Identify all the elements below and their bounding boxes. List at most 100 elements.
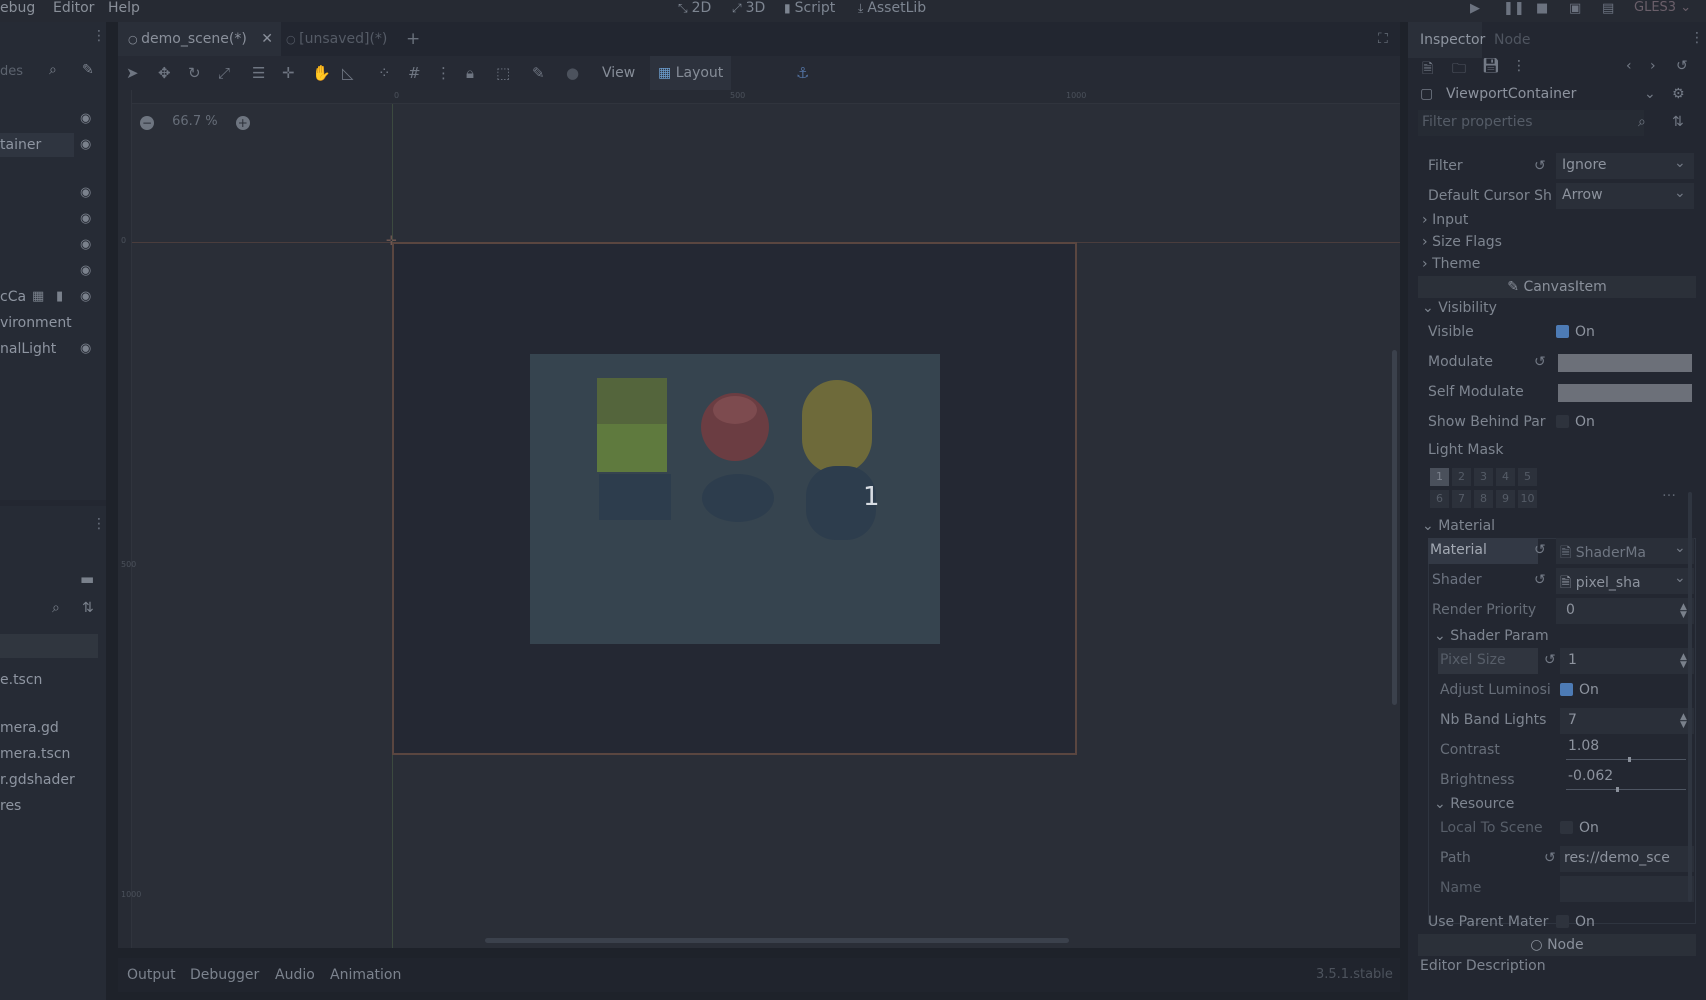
play-icon[interactable]: ▶ [1470,1,1480,16]
use-parent-material-checkbox[interactable]: On [1556,914,1595,930]
horizontal-scrollbar[interactable] [485,938,1069,943]
spinner-arrows-icon[interactable]: ▲ ▼ [1680,603,1687,620]
light-mask-bit[interactable]: 2 [1452,468,1471,486]
zoom-level-label[interactable]: 66.7 % [172,114,217,129]
visibility-eye-icon[interactable]: ◉ [80,284,91,310]
spinner-arrows-icon[interactable]: ▲ ▼ [1680,653,1687,670]
visibility-eye-icon[interactable]: ◉ [80,132,91,158]
menu-help[interactable]: Help [108,0,140,16]
revert-icon[interactable]: ↺ [1534,158,1546,174]
snap-options-icon[interactable]: ⋮ [436,56,451,90]
workspace-assetlib[interactable]: ⤓ AssetLib [858,0,926,16]
revert-icon[interactable]: ↺ [1534,354,1546,370]
revert-icon[interactable]: ↺ [1544,850,1556,866]
save-resource-icon[interactable]: 💾︎ [1482,58,1500,74]
history-forward-icon[interactable]: › [1650,58,1656,74]
rotate-mode-icon[interactable]: ↻ [188,56,201,90]
load-resource-icon[interactable]: 🗀︎ [1452,58,1466,82]
workspace-2d[interactable]: ⤡ 2D [678,0,711,16]
name-input[interactable] [1560,876,1694,902]
filter-properties-input[interactable]: Filter properties [1418,110,1644,136]
smart-snap-icon[interactable]: ⁘ [378,56,391,90]
scene-tree-row[interactable]: ◉ [0,206,96,232]
visibility-eye-icon[interactable]: ◉ [80,106,91,132]
new-resource-icon[interactable]: 🗎︎ [1422,58,1433,82]
render-priority-spinbox[interactable]: 0 ▲ ▼ [1556,598,1694,624]
dock-menu-icon[interactable]: ⋮ [92,516,106,532]
light-mask-bit[interactable]: 9 [1496,490,1515,508]
cursor-select[interactable]: Arrow ⌄ [1556,183,1694,209]
split-view-icon[interactable]: ▬ [80,570,94,588]
resource-section[interactable]: ⌄ Resource [1434,796,1514,812]
bone-icon[interactable]: ✎ [532,56,545,90]
history-icon[interactable]: ↺ [1676,58,1688,74]
adjust-luminosity-checkbox[interactable]: On [1560,682,1599,698]
scene-tree-row[interactable]: cCa ▦ ▮ ◉ [0,284,96,310]
dock-menu-icon[interactable]: ⋮ [92,28,106,44]
path-input[interactable]: res://demo_sce [1560,846,1694,872]
visibility-eye-icon[interactable]: ◉ [80,258,91,284]
light-mask-bit[interactable]: 4 [1496,468,1515,486]
file-item[interactable]: r.gdshader [0,772,75,788]
play-custom-scene-icon[interactable]: ▤ [1602,1,1614,16]
light-mask-bit[interactable]: 6 [1430,490,1449,508]
scene-tree-row[interactable]: ◉ [0,180,96,206]
slider-grabber[interactable] [1628,757,1631,762]
close-icon[interactable]: ✕ [261,31,273,47]
scale-mode-icon[interactable]: ⤢ [218,56,230,90]
light-mask-bit[interactable]: 1 [1430,468,1449,486]
tab-output[interactable]: Output [127,958,176,992]
file-item[interactable]: mera.tscn [0,746,70,762]
size-flags-section[interactable]: › Size Flags [1422,234,1502,250]
filter-select[interactable]: Ignore ⌄ [1556,153,1694,179]
pixel-size-spinbox[interactable]: 1 ▲ ▼ [1560,648,1694,674]
pivot-icon[interactable]: ✛ [282,56,295,90]
clapper-icon[interactable]: ▦ [32,284,44,310]
move-mode-icon[interactable]: ✥ [158,56,171,90]
nb-band-lights-spinbox[interactable]: 7 ▲ ▼ [1560,708,1694,734]
file-item[interactable]: res [0,798,21,814]
pivot-cross-icon[interactable]: ✛ [386,234,397,249]
shader-resource-picker[interactable]: 🗎︎ pixel_sha ⌄ [1556,568,1694,594]
lock-icon[interactable]: 🔒︎ [466,56,474,90]
dock-menu-icon[interactable]: ⋮ [1690,30,1704,46]
tab-animation[interactable]: Animation [330,958,401,992]
viewport-container-preview[interactable]: 1 [530,354,940,644]
visibility-eye-icon[interactable]: ◉ [80,232,91,258]
tab-node[interactable]: Node [1494,22,1531,58]
visibility-eye-icon[interactable]: ◉ [80,336,91,362]
vertical-scrollbar[interactable] [1392,350,1397,705]
pan-mode-icon[interactable]: ✋ [312,56,331,90]
menu-editor[interactable]: Editor [53,0,94,16]
tab-unsaved[interactable]: ○ [unsaved](*) [286,22,387,56]
theme-section[interactable]: › Theme [1422,256,1480,272]
pause-icon[interactable]: ❚❚ [1503,1,1525,16]
revert-icon[interactable]: ↺ [1544,652,1556,668]
scene-tree-row[interactable]: ◉ [0,258,96,284]
light-mask-bit[interactable]: 8 [1474,490,1493,508]
contrast-slider[interactable]: 1.08 [1560,736,1694,764]
object-properties-icon[interactable]: ⚙ [1672,86,1685,102]
visibility-eye-icon[interactable]: ◉ [80,206,91,232]
anchor-icon[interactable]: ⚓︎ [796,56,809,90]
chevron-down-icon[interactable]: ⌄ [1644,86,1656,102]
script-attach-icon[interactable]: ✎ [82,62,94,78]
scene-tree-row[interactable]: vironment [0,310,96,336]
grid-snap-icon[interactable]: # [408,56,421,90]
view-menu-button[interactable]: View [602,56,635,90]
add-tab-icon[interactable]: + [406,22,420,56]
tab-debugger[interactable]: Debugger [190,958,259,992]
file-item[interactable]: e.tscn [0,672,42,688]
select-mode-icon[interactable]: ➤ [126,56,139,90]
play-scene-icon[interactable]: ▣ [1569,1,1581,16]
renderer-select[interactable]: GLES3 ⌄ [1634,0,1691,15]
show-behind-checkbox[interactable]: On [1556,414,1595,430]
script-icon[interactable]: ▮ [56,284,63,310]
sort-icon[interactable]: ⇅ [82,600,94,616]
tab-inspector[interactable]: Inspector [1408,22,1485,58]
menu-debug[interactable]: ebug [0,0,35,16]
modulate-color-picker[interactable] [1558,354,1692,372]
more-icon[interactable]: … [1662,484,1676,500]
group-icon[interactable]: ⬚ [496,56,510,90]
layout-menu-button[interactable]: ▦ Layout [650,56,732,90]
